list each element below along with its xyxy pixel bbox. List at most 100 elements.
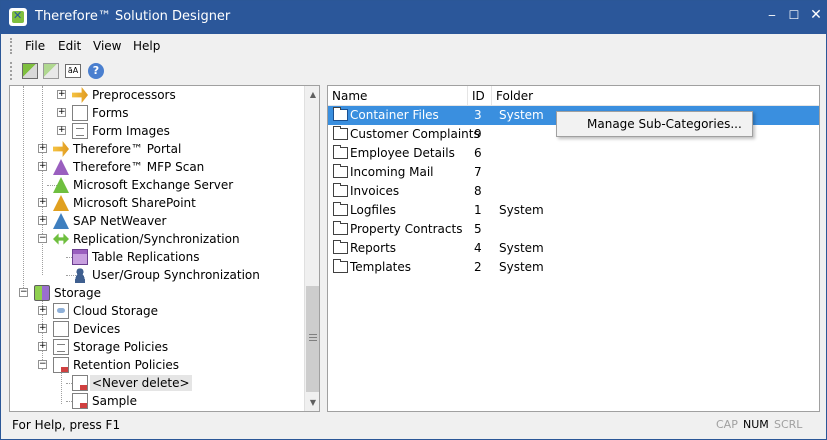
title-bar[interactable]: Therefore™ Solution Designer ‒ ☐ ✕ xyxy=(1,1,826,34)
form-icon xyxy=(72,105,88,121)
tree-item-label: Microsoft Exchange Server xyxy=(73,178,234,192)
close-button[interactable]: ✕ xyxy=(803,1,827,29)
tree-pane[interactable]: + Preprocessors + Forms + Form Images + … xyxy=(9,85,320,412)
scrollbar-thumb[interactable] xyxy=(306,286,319,392)
menu-bar: File Edit View Help xyxy=(1,35,826,57)
num-lock-indicator: NUM xyxy=(743,418,769,431)
tree-expander[interactable]: + xyxy=(38,342,47,351)
column-header-folder[interactable]: Folder xyxy=(492,86,652,106)
tree-expander[interactable]: − xyxy=(38,234,47,243)
categories-icon xyxy=(22,63,38,79)
tree-item-storage[interactable]: − Storage xyxy=(10,284,300,302)
tree-item-replication[interactable]: − Replication/Synchronization xyxy=(10,230,300,248)
cell-folder: System xyxy=(499,241,544,255)
cell-name: Property Contracts xyxy=(350,222,463,236)
tree-expander[interactable]: + xyxy=(57,126,66,135)
tree-scrollbar[interactable]: ▲ ▼ xyxy=(304,86,319,411)
column-header-id[interactable]: ID xyxy=(468,86,492,106)
tree-item-cloud-storage[interactable]: + Cloud Storage xyxy=(10,302,300,320)
tree-item-mfp-scan[interactable]: + Therefore™ MFP Scan xyxy=(10,158,300,176)
toolbar-categories-button[interactable] xyxy=(20,61,40,81)
tree-item-preprocessors[interactable]: + Preprocessors xyxy=(10,86,300,104)
tree-expander[interactable]: + xyxy=(57,108,66,117)
tree-expander[interactable]: + xyxy=(38,162,47,171)
cell-id: 4 xyxy=(474,241,482,255)
tree-item-form-images[interactable]: + Form Images xyxy=(10,122,300,140)
scrollbar-grip-icon xyxy=(309,334,317,341)
cell-name: Employee Details xyxy=(350,146,455,160)
menu-help[interactable]: Help xyxy=(133,39,160,53)
tree-item-forms[interactable]: + Forms xyxy=(10,104,300,122)
tree-item-storage-policies[interactable]: + Storage Policies xyxy=(10,338,300,356)
cell-id: 8 xyxy=(474,184,482,198)
cell-folder: System xyxy=(499,108,544,122)
cell-id: 6 xyxy=(474,146,482,160)
sap-icon xyxy=(53,213,69,229)
portal-icon xyxy=(53,141,69,157)
tree-item-label: Storage xyxy=(54,286,101,300)
tree-item-table-replications[interactable]: Table Replications xyxy=(10,248,300,266)
label-icon: āA xyxy=(65,64,81,78)
tree-item-label: Replication/Synchronization xyxy=(73,232,240,246)
tree-item-sharepoint[interactable]: + Microsoft SharePoint xyxy=(10,194,300,212)
category-folder-icon xyxy=(333,240,348,254)
toolbar-help-button[interactable]: ? xyxy=(86,61,106,81)
toolbar-grip[interactable] xyxy=(10,62,13,80)
tree-expander[interactable]: + xyxy=(38,216,47,225)
devices-icon xyxy=(53,321,69,337)
list-item[interactable]: Reports 4 System xyxy=(328,239,819,258)
preprocessor-icon xyxy=(72,87,88,103)
retention-item-icon xyxy=(72,375,88,391)
tree-item-user-group-sync[interactable]: User/Group Synchronization xyxy=(10,266,300,284)
tree-item-label: <Never delete> xyxy=(90,375,192,391)
tree-item-devices[interactable]: + Devices xyxy=(10,320,300,338)
context-menu: Manage Sub-Categories... xyxy=(556,111,753,137)
tree-expander[interactable]: + xyxy=(38,144,47,153)
scroll-down-arrow-icon[interactable]: ▼ xyxy=(305,394,319,411)
tree-expander[interactable]: − xyxy=(19,288,28,297)
cell-name: Templates xyxy=(350,260,412,274)
manage-sub-categories-menu-item[interactable]: Manage Sub-Categories... xyxy=(587,117,742,131)
cell-name: Reports xyxy=(350,241,397,255)
menu-file[interactable]: File xyxy=(25,39,45,53)
sharepoint-icon xyxy=(53,195,69,211)
cell-id: 7 xyxy=(474,165,482,179)
caps-lock-indicator: CAP xyxy=(716,418,738,431)
list-item[interactable]: Incoming Mail 7 xyxy=(328,163,819,182)
tree-item-never-delete[interactable]: <Never delete> xyxy=(10,374,300,392)
menubar-grip[interactable] xyxy=(10,38,13,54)
user-sync-icon xyxy=(72,267,88,283)
category-folder-icon xyxy=(333,164,348,178)
tree-expander[interactable]: − xyxy=(38,360,47,369)
category-folder-icon xyxy=(333,183,348,197)
tree-item-sap[interactable]: + SAP NetWeaver xyxy=(10,212,300,230)
list-item[interactable]: Employee Details 6 xyxy=(328,144,819,163)
therefore-app-icon[interactable] xyxy=(9,8,27,26)
tree-expander[interactable]: + xyxy=(57,90,66,99)
tree-item-sample[interactable]: Sample xyxy=(10,392,300,410)
tree-item-label: Table Replications xyxy=(92,250,200,264)
app-window: Therefore™ Solution Designer ‒ ☐ ✕ File … xyxy=(0,0,827,440)
menu-view[interactable]: View xyxy=(93,39,121,53)
tree-expander[interactable]: + xyxy=(38,198,47,207)
toolbar: āA ? xyxy=(1,58,826,84)
tree-item-exchange[interactable]: Microsoft Exchange Server xyxy=(10,176,300,194)
menu-edit[interactable]: Edit xyxy=(58,39,81,53)
toolbar-label-button[interactable]: āA xyxy=(63,61,83,81)
category-folder-icon xyxy=(333,145,348,159)
tree-expander[interactable]: + xyxy=(38,324,47,333)
toolbar-categories-disabled-button[interactable] xyxy=(41,61,61,81)
list-item[interactable]: Logfiles 1 System xyxy=(328,201,819,220)
column-header-name[interactable]: Name xyxy=(328,86,468,106)
category-folder-icon xyxy=(333,126,348,140)
cell-id: 1 xyxy=(474,203,482,217)
tree-item-portal[interactable]: + Therefore™ Portal xyxy=(10,140,300,158)
tree-item-label: Therefore™ Portal xyxy=(73,142,182,156)
tree-item-retention-policies[interactable]: − Retention Policies xyxy=(10,356,300,374)
list-item[interactable]: Property Contracts 5 xyxy=(328,220,819,239)
tree-item-label: Cloud Storage xyxy=(73,304,159,318)
list-item[interactable]: Invoices 8 xyxy=(328,182,819,201)
scroll-up-arrow-icon[interactable]: ▲ xyxy=(305,86,319,103)
tree-expander[interactable]: + xyxy=(38,306,47,315)
list-item[interactable]: Templates 2 System xyxy=(328,258,819,277)
